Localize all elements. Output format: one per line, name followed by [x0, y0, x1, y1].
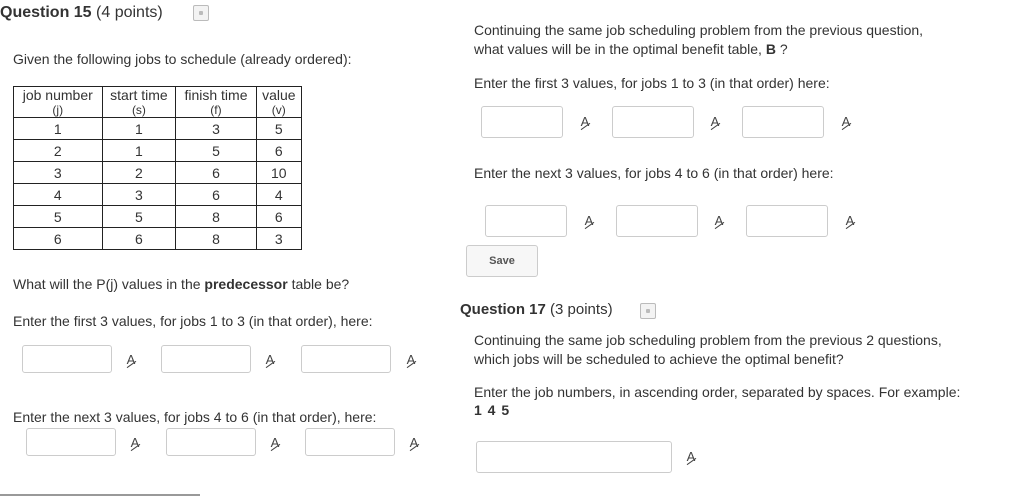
table-cell: 6: [13, 227, 103, 250]
table-row: 2 1 5 6: [13, 139, 303, 162]
spellcheck-icon[interactable]: A: [581, 213, 597, 229]
table-row: 5 5 8 6: [13, 205, 303, 228]
q16-next3-label: Enter the next 3 values, for jobs 4 to 6…: [474, 165, 834, 181]
table-subheader: (f): [175, 103, 257, 118]
q17-prompt-line2: which jobs will be scheduled to achieve …: [474, 351, 844, 367]
q16-input-6[interactable]: [746, 205, 828, 237]
table-row: 4 3 6 4: [13, 183, 303, 206]
q16-first3-label: Enter the first 3 values, for jobs 1 to …: [474, 75, 830, 91]
table-cell: 3: [175, 117, 257, 140]
q17-instr-line1: Enter the job numbers, in ascending orde…: [474, 384, 961, 400]
q16-prompt-pre: what values will be in the optimal benef…: [474, 41, 766, 57]
q16-input-3[interactable]: [742, 106, 824, 138]
q15-intro: Given the following jobs to schedule (al…: [13, 51, 352, 67]
table-cell: 5: [13, 205, 103, 228]
table-cell: 1: [13, 117, 103, 140]
pj-question-post: table be?: [287, 276, 350, 292]
spellcheck-icon[interactable]: A: [406, 435, 422, 451]
table-cell: 4: [255, 183, 303, 206]
table-row: 3 2 6 10: [13, 161, 303, 184]
save-button[interactable]: Save: [466, 245, 538, 277]
spellcheck-icon[interactable]: A: [842, 213, 858, 229]
table-row: 1 1 3 5: [13, 117, 303, 140]
table-header: finish time: [175, 86, 257, 103]
q17-input[interactable]: [476, 441, 672, 473]
q16-prompt-line2: what values will be in the optimal benef…: [474, 40, 788, 58]
table-header: value: [255, 86, 303, 103]
q16-input-4[interactable]: [485, 205, 567, 237]
pj-question: What will the P(j) values in the predece…: [13, 275, 349, 293]
question-points: (3 points): [550, 301, 613, 318]
q16-input-1[interactable]: [481, 106, 563, 138]
table-cell: 2: [13, 139, 103, 162]
q16-prompt-bold: B: [765, 41, 776, 57]
table-subheader: (j): [13, 103, 103, 118]
table-cell: 8: [175, 205, 257, 228]
q15-input-6[interactable]: [305, 428, 395, 456]
table-cell: 3: [13, 161, 103, 184]
spellcheck-icon[interactable]: A: [267, 435, 283, 451]
jobs-table: job number start time finish time value …: [13, 86, 303, 250]
table-cell: 4: [13, 183, 103, 206]
table-cell: 6: [101, 227, 177, 250]
table-cell: 6: [175, 161, 257, 184]
q16-prompt-post: ?: [775, 41, 788, 57]
q15-input-5[interactable]: [166, 428, 256, 456]
spellcheck-icon[interactable]: A: [711, 213, 727, 229]
question-points: (4 points): [96, 4, 163, 21]
q15-next3-label: Enter the next 3 values, for jobs 4 to 6…: [13, 409, 377, 425]
table-header: start time: [101, 86, 177, 103]
table-cell: 2: [101, 161, 177, 184]
table-cell: 5: [101, 205, 177, 228]
question-15-title: Question 15 (4 points): [0, 4, 163, 22]
q16-input-5[interactable]: [616, 205, 698, 237]
spellcheck-icon[interactable]: A: [123, 352, 139, 368]
table-cell: 6: [255, 139, 303, 162]
spellcheck-icon[interactable]: A: [403, 352, 419, 368]
q17-prompt-line1: Continuing the same job scheduling probl…: [474, 332, 942, 348]
table-cell: 10: [255, 161, 303, 184]
table-cell: 5: [175, 139, 257, 162]
q15-input-3[interactable]: [301, 345, 391, 373]
table-cell: 3: [101, 183, 177, 206]
table-cell: 1: [101, 139, 177, 162]
table-subheader: (v): [255, 103, 303, 118]
pj-question-pre: What will the P(j) values in the: [13, 276, 205, 292]
table-cell: 1: [101, 117, 177, 140]
question-title-text: Question 17: [460, 301, 546, 318]
spellcheck-icon[interactable]: A: [577, 114, 593, 130]
table-cell: 5: [255, 117, 303, 140]
table-subheader: (s): [101, 103, 177, 118]
question-title-text: Question 15: [0, 4, 92, 21]
save-draft-icon[interactable]: [640, 303, 656, 319]
q15-first3-label: Enter the first 3 values, for jobs 1 to …: [13, 313, 373, 329]
save-draft-icon[interactable]: [193, 5, 209, 21]
q15-input-4[interactable]: [26, 428, 116, 456]
q16-prompt-line1: Continuing the same job scheduling probl…: [474, 22, 924, 38]
q17-example: 1 4 5: [474, 402, 511, 418]
spellcheck-icon[interactable]: A: [707, 114, 723, 130]
table-cell: 3: [255, 227, 303, 250]
spellcheck-icon[interactable]: A: [262, 352, 278, 368]
spellcheck-icon[interactable]: A: [838, 114, 854, 130]
q15-input-1[interactable]: [22, 345, 112, 373]
table-cell: 6: [255, 205, 303, 228]
table-cell: 6: [175, 183, 257, 206]
question-17-title: Question 17 (3 points): [460, 301, 613, 318]
q15-input-2[interactable]: [161, 345, 251, 373]
spellcheck-icon[interactable]: A: [683, 449, 699, 465]
table-cell: 8: [175, 227, 257, 250]
table-header: job number: [13, 86, 103, 103]
spellcheck-icon[interactable]: A: [127, 435, 143, 451]
q16-input-2[interactable]: [612, 106, 694, 138]
pj-question-bold: predecessor: [204, 276, 288, 292]
table-row: 6 6 8 3: [13, 227, 303, 250]
